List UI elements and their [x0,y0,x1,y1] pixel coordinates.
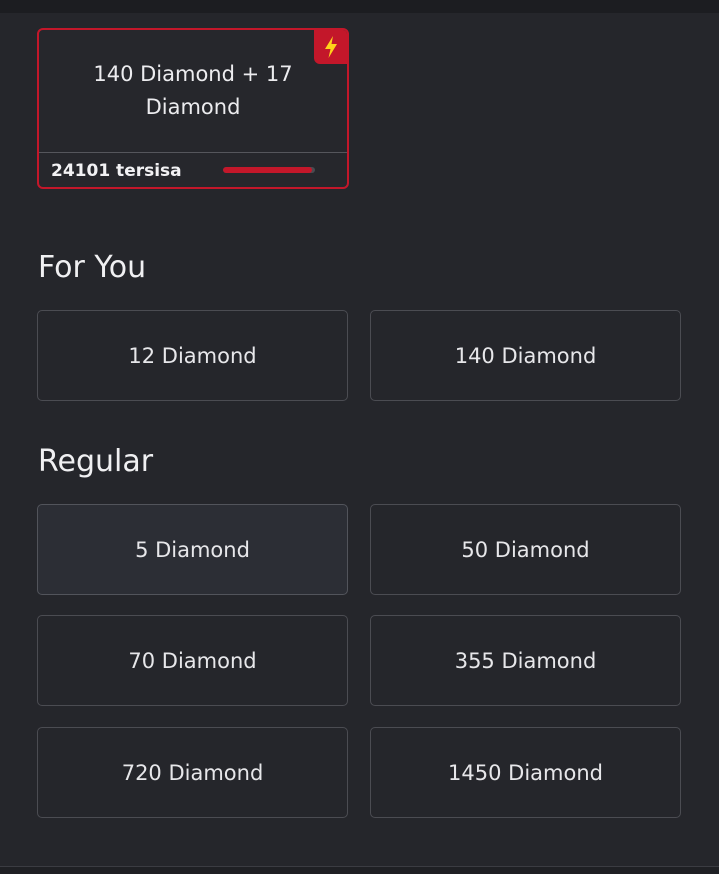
option-355-diamond[interactable]: 355 Diamond [370,615,681,706]
option-720-diamond[interactable]: 720 Diamond [37,727,348,818]
divider [39,152,347,153]
option-70-diamond[interactable]: 70 Diamond [37,615,348,706]
stock-progress-bar [223,167,315,173]
lightning-icon [324,36,337,58]
option-12-diamond[interactable]: 12 Diamond [37,310,348,401]
top-bar [0,0,719,13]
option-50-diamond[interactable]: 50 Diamond [370,504,681,595]
option-1450-diamond[interactable]: 1450 Diamond [370,727,681,818]
section-title-for-you: For You [38,250,147,285]
stock-remaining-text: 24101 tersisa [51,161,182,181]
flash-sale-card[interactable]: 140 Diamond + 17 Diamond 24101 tersisa [37,28,349,189]
flash-badge [314,30,347,64]
section-title-regular: Regular [38,444,154,479]
option-140-diamond[interactable]: 140 Diamond [370,310,681,401]
option-5-diamond[interactable]: 5 Diamond [37,504,348,595]
stock-progress-fill [223,167,313,173]
flash-sale-title: 140 Diamond + 17 Diamond [93,62,293,119]
